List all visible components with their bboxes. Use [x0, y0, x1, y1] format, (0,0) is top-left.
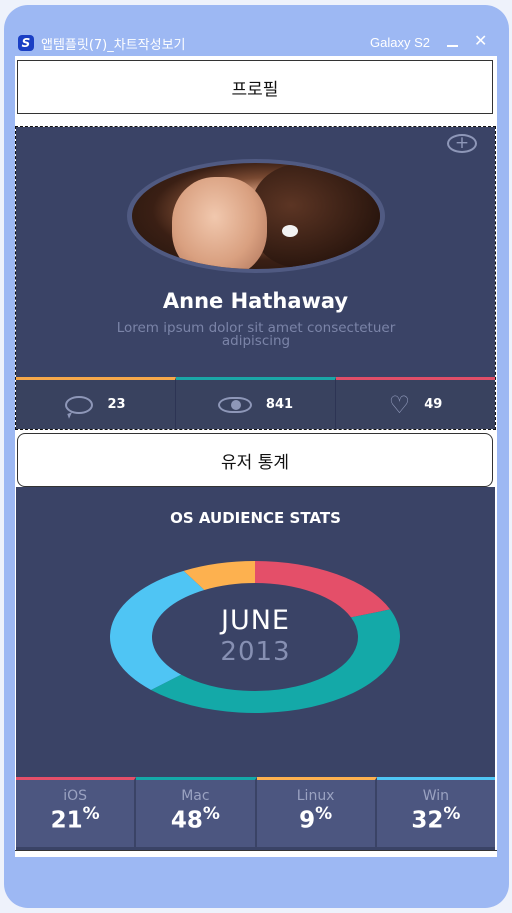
legend-cell-ios: iOS 21% — [16, 777, 137, 847]
legend-value: 9% — [299, 804, 333, 834]
minimize-icon[interactable] — [446, 33, 460, 51]
profile-card: + Anne Hathaway Lorem ipsum dolor sit am… — [15, 126, 496, 430]
donut-month: JUNE — [221, 605, 290, 636]
screen-bottom-edge — [15, 850, 497, 857]
profile-stats-row: 23 841 ♡ 49 — [16, 377, 495, 429]
user-stats-section-button[interactable]: 유저 통계 — [17, 433, 493, 487]
window-titlebar: S 앱템플릿(7)_차트작성보기 Galaxy S2 ✕ — [18, 31, 496, 53]
legend-cell-mac: Mac 48% — [136, 777, 257, 847]
chart-title: OS AUDIENCE STATS — [170, 509, 341, 527]
legend-cell-linux: Linux 9% — [256, 777, 377, 847]
profile-section-button[interactable]: 프로필 — [17, 60, 493, 114]
comments-stat[interactable]: 23 — [16, 377, 176, 429]
os-legend: iOS 21% Mac 48% Linux 9% Win 32% — [16, 777, 495, 847]
legend-label: Linux — [296, 788, 335, 804]
avatar-earring — [282, 225, 298, 237]
likes-count: 49 — [424, 397, 443, 412]
os-stats-card: OS AUDIENCE STATS JUNE 2013 iOS 21% Mac 48%… — [16, 487, 495, 850]
app-icon: S — [18, 35, 34, 51]
avatar-hair — [252, 163, 380, 269]
legend-value: 48% — [170, 804, 220, 834]
avatar-ring — [127, 159, 385, 273]
views-stat[interactable]: 841 — [176, 377, 336, 429]
views-count: 841 — [265, 397, 294, 412]
legend-label: iOS — [63, 788, 88, 804]
profile-name: Anne Hathaway — [162, 289, 349, 313]
add-circle-icon[interactable]: + — [447, 134, 477, 153]
phone-screen: 프로필 + Anne Hathaway Lorem ipsum dolor si… — [15, 56, 497, 857]
legend-value: 32% — [411, 804, 461, 834]
device-label: Galaxy S2 — [370, 35, 430, 50]
app-title: 앱템플릿(7)_차트작성보기 — [41, 38, 186, 53]
heart-icon: ♡ — [388, 390, 411, 419]
avatar — [132, 163, 380, 269]
profile-description: Lorem ipsum dolor sit amet consectetuer … — [116, 320, 396, 349]
donut-year: 2013 — [220, 637, 291, 667]
comment-icon — [65, 395, 94, 414]
legend-label: Win — [422, 788, 450, 804]
close-icon[interactable]: ✕ — [474, 31, 487, 50]
legend-value: 21% — [50, 804, 100, 834]
eye-icon — [217, 396, 252, 413]
comments-count: 23 — [107, 397, 126, 412]
avatar-face — [172, 177, 267, 269]
likes-stat[interactable]: ♡ 49 — [336, 377, 495, 429]
legend-label: Mac — [181, 788, 210, 804]
legend-cell-win: Win 32% — [376, 777, 495, 847]
